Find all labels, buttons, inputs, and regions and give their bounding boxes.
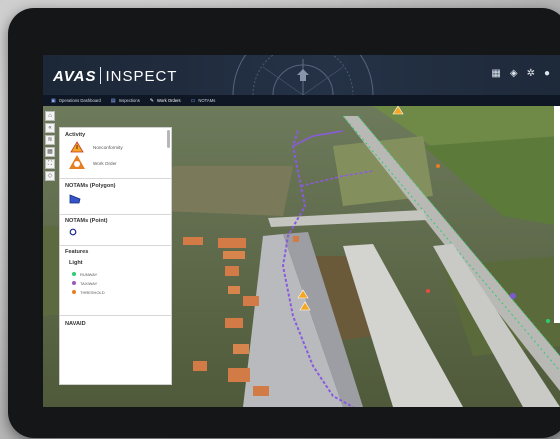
- logo-divider: [100, 67, 102, 84]
- grid-icon[interactable]: ▦: [45, 147, 55, 157]
- taxiway-label: TAXIWAY: [80, 281, 98, 286]
- work-order-label: Work Order: [93, 161, 117, 166]
- navaid-heading: NAVAID: [65, 321, 86, 327]
- apps-grid-icon[interactable]: ▦: [491, 68, 500, 80]
- layers-icon[interactable]: ≋: [45, 135, 55, 145]
- logo-product: INSPECT: [105, 68, 178, 85]
- nav-operations-dashboard[interactable]: ▣ Operations Dashboard: [51, 98, 101, 104]
- nav-label: Work Orders: [157, 98, 181, 103]
- settings-gear-icon[interactable]: ✲: [527, 68, 535, 80]
- light-subheading: Light: [69, 260, 83, 266]
- clipboard-icon: ▤: [110, 97, 116, 104]
- nav-bar: ▣ Operations Dashboard ▤ Inspections ✎ W…: [43, 95, 560, 106]
- polygon-icon: [69, 194, 81, 204]
- app-header: AVAS INSPECT ▦ ◈ ✲ ●: [43, 55, 560, 95]
- nav-label: NOTAMs: [198, 98, 216, 103]
- notams-polygon-heading: NOTAMs (Polygon): [65, 183, 116, 189]
- location-icon[interactable]: ◇: [45, 171, 55, 181]
- threshold-light-swatch: [72, 290, 76, 294]
- radar-graphic: [232, 55, 374, 95]
- nav-inspections[interactable]: ▤ Inspections: [111, 98, 140, 104]
- home-icon[interactable]: ⌂: [45, 111, 55, 121]
- point-icon: [69, 228, 77, 236]
- nonconformity-label: Nonconformity: [93, 145, 123, 150]
- nav-label: Inspections: [118, 98, 140, 103]
- notams-point-heading: NOTAMs (Point): [65, 218, 108, 224]
- panel-scrollbar[interactable]: [167, 130, 170, 148]
- runway-light-swatch: [72, 272, 76, 276]
- dashboard-icon: ▣: [51, 97, 56, 104]
- legend-panel: Activity Nonconformity Work Order NOTAMs…: [59, 127, 172, 385]
- section-divider: [60, 214, 171, 215]
- runway-label: RUNWAY: [80, 272, 98, 277]
- message-icon: ▭: [190, 97, 196, 104]
- section-divider: [60, 245, 171, 246]
- nav-notams[interactable]: ▭ NOTAMs: [191, 98, 216, 104]
- collapse-icon[interactable]: «: [45, 123, 55, 133]
- wrench-icon: ✎: [149, 97, 154, 104]
- activity-heading: Activity: [65, 132, 86, 138]
- work-order-icon: [69, 155, 85, 169]
- section-divider: [60, 178, 171, 179]
- taxiway-light-swatch: [72, 281, 76, 285]
- logo-brand: AVAS: [53, 68, 97, 85]
- nav-work-orders[interactable]: ✎ Work Orders: [150, 98, 181, 104]
- section-divider: [60, 315, 171, 316]
- app-logo[interactable]: AVAS INSPECT: [53, 67, 177, 85]
- app-screen: AVAS INSPECT ▦ ◈ ✲ ● ▣ Operations Dashboa…: [43, 55, 560, 407]
- layers-icon[interactable]: ◈: [510, 68, 518, 80]
- threshold-label: THRESHOLD: [80, 290, 105, 295]
- user-icon[interactable]: ●: [544, 68, 550, 80]
- nav-label: Operations Dashboard: [58, 98, 101, 103]
- warning-triangle-icon: [70, 141, 84, 153]
- header-actions: ▦ ◈ ✲ ●: [491, 68, 550, 80]
- map-toolbar: ⌂ « ≋ ▦ ⛶ ◇: [45, 111, 55, 181]
- right-edge-panel: [554, 106, 560, 323]
- features-heading: Features: [65, 249, 89, 255]
- fullscreen-icon[interactable]: ⛶: [45, 159, 55, 169]
